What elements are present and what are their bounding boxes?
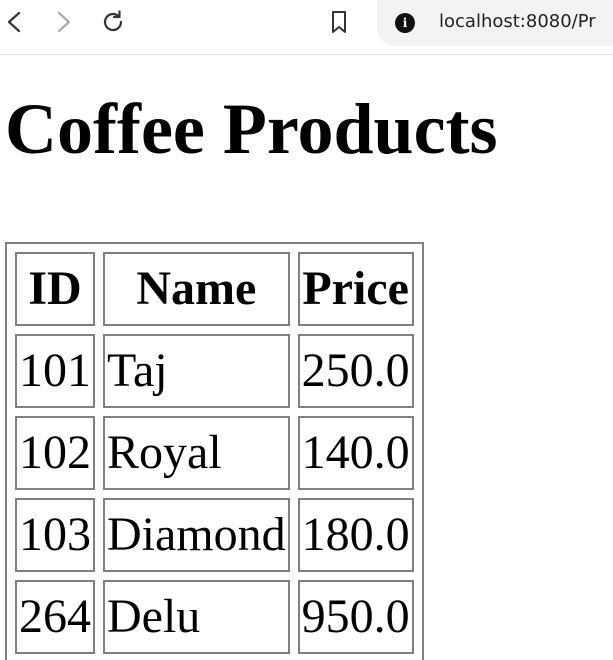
table-row: 102 Royal 140.0	[15, 416, 414, 490]
header-price: Price	[297, 252, 414, 326]
cell-price: 180.0	[297, 498, 414, 572]
cell-price: 250.0	[297, 334, 414, 408]
cell-price: 950.0	[297, 580, 414, 654]
table-row: 103 Diamond 180.0	[15, 498, 414, 572]
cell-id: 103	[15, 498, 95, 572]
cell-id: 102	[15, 416, 95, 490]
table-row: 264 Delu 950.0	[15, 580, 414, 654]
cell-name: Delu	[103, 580, 290, 654]
header-id: ID	[15, 252, 95, 326]
cell-id: 264	[15, 580, 95, 654]
table-row: 101 Taj 250.0	[15, 334, 414, 408]
page-title: Coffee Products	[5, 89, 498, 169]
products-table: ID Name Price 101 Taj 250.0 102 Royal 14…	[5, 242, 424, 660]
table-header-row: ID Name Price	[15, 252, 414, 326]
forward-arrow-icon[interactable]	[50, 8, 78, 36]
bookmark-icon[interactable]	[325, 8, 353, 36]
back-arrow-icon[interactable]	[0, 8, 28, 36]
site-info-icon[interactable]: i	[395, 13, 415, 33]
cell-id: 101	[15, 334, 95, 408]
cell-price: 140.0	[297, 416, 414, 490]
cell-name: Diamond	[103, 498, 290, 572]
address-bar[interactable]: i localhost:8080/Pr	[377, 0, 613, 46]
browser-toolbar: i localhost:8080/Pr	[0, 0, 613, 55]
reload-icon[interactable]	[99, 8, 127, 36]
url-text[interactable]: localhost:8080/Pr	[439, 11, 596, 32]
cell-name: Taj	[103, 334, 290, 408]
header-name: Name	[103, 252, 290, 326]
cell-name: Royal	[103, 416, 290, 490]
